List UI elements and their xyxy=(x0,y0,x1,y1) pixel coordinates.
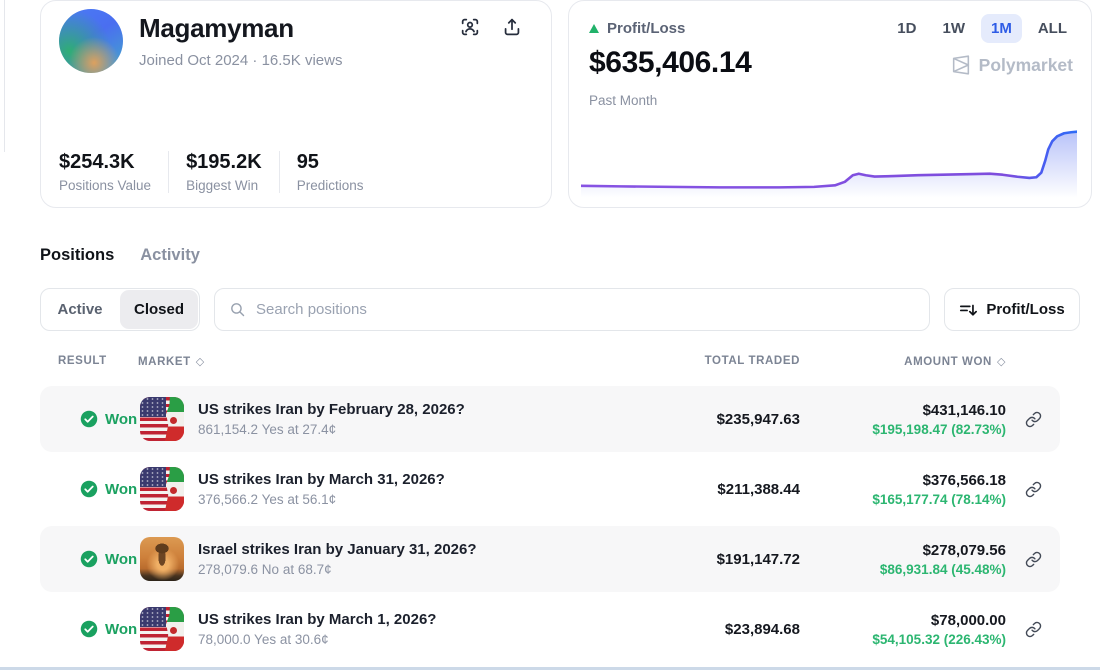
polymarket-logo-text: Polymarket xyxy=(979,55,1073,76)
profile-stats: $254.3K Positions Value $195.2K Biggest … xyxy=(59,151,380,193)
result-label: Won xyxy=(105,481,137,498)
segment-closed[interactable]: Closed xyxy=(120,290,198,329)
polymarket-logo-icon xyxy=(950,54,972,76)
table-row[interactable]: Won Israel strikes Iran by January 31, 2… xyxy=(40,526,1060,592)
range-1m[interactable]: 1M xyxy=(981,14,1022,43)
table-row[interactable]: Won US strikes Iran by March 31, 2026? 3… xyxy=(40,456,1060,522)
market-image-us-iran-flags xyxy=(140,467,184,511)
link-icon[interactable] xyxy=(1025,411,1042,428)
sort-profit-loss-button[interactable]: Profit/Loss xyxy=(944,288,1080,331)
range-1d[interactable]: 1D xyxy=(887,14,926,43)
search-icon xyxy=(229,301,246,318)
avatar[interactable] xyxy=(59,9,123,73)
tab-activity[interactable]: Activity xyxy=(140,246,200,265)
market-image-us-iran-flags xyxy=(140,607,184,651)
pnl-label-group: Profit/Loss xyxy=(589,14,685,37)
stat-positions-value: $254.3K Positions Value xyxy=(59,151,168,193)
profit-detail: $165,177.74 (78.14%) xyxy=(800,492,1006,507)
tab-positions[interactable]: Positions xyxy=(40,246,114,265)
table-row[interactable]: Won US strikes Iran by March 1, 2026? 78… xyxy=(40,596,1060,662)
profit-detail: $195,198.47 (82.73%) xyxy=(800,422,1006,437)
market-title[interactable]: US strikes Iran by February 28, 2026? xyxy=(198,401,640,418)
cropped-left-divider xyxy=(4,0,5,152)
segment-active[interactable]: Active xyxy=(41,289,119,330)
table-row[interactable]: Won US strikes Iran by February 28, 2026… xyxy=(40,386,1060,452)
positions-list: Won US strikes Iran by February 28, 2026… xyxy=(40,386,1060,666)
column-result: RESULT xyxy=(58,355,107,367)
search-box xyxy=(214,288,930,331)
won-check-icon xyxy=(80,410,98,428)
market-image-us-iran-flags xyxy=(140,397,184,441)
search-input[interactable] xyxy=(256,301,915,318)
column-market[interactable]: MARKET◇ xyxy=(138,355,205,368)
position-detail: 861,154.2 Yes at 27.4¢ xyxy=(198,422,640,437)
table-header: RESULT MARKET◇ TOTAL TRADED AMOUNT WON◇ xyxy=(40,355,1060,375)
polymarket-watermark: Polymarket xyxy=(950,54,1073,76)
sort-button-label: Profit/Loss xyxy=(986,301,1064,318)
won-check-icon xyxy=(80,620,98,638)
market-title[interactable]: Israel strikes Iran by January 31, 2026? xyxy=(198,541,640,558)
username: Magamyman xyxy=(139,13,294,44)
position-detail: 78,000.0 Yes at 30.6¢ xyxy=(198,632,640,647)
won-check-icon xyxy=(80,550,98,568)
total-traded-value: $23,894.68 xyxy=(640,621,800,638)
pnl-chart xyxy=(581,112,1077,198)
total-traded-value: $235,947.63 xyxy=(640,411,800,428)
won-check-icon xyxy=(80,480,98,498)
sort-diamond-icon: ◇ xyxy=(196,355,205,368)
sort-descending-icon xyxy=(959,302,977,318)
market-title[interactable]: US strikes Iran by March 31, 2026? xyxy=(198,471,640,488)
profit-detail: $54,105.32 (226.43%) xyxy=(800,632,1006,647)
pnl-label: Profit/Loss xyxy=(607,20,685,37)
sort-diamond-icon: ◇ xyxy=(997,355,1006,368)
scan-profile-icon[interactable] xyxy=(459,16,481,38)
position-detail: 376,566.2 Yes at 56.1¢ xyxy=(198,492,640,507)
result-label: Won xyxy=(105,621,137,638)
pnl-value: $635,406.14 xyxy=(589,46,751,80)
up-triangle-icon xyxy=(589,24,599,33)
chart-area-fill xyxy=(581,132,1077,198)
stat-divider xyxy=(279,151,280,193)
amount-won-value: $78,000.00 xyxy=(800,612,1006,629)
section-tabs: Positions Activity xyxy=(40,246,200,265)
pnl-card: Profit/Loss 1D 1W 1M ALL $635,406.14 Pas… xyxy=(568,0,1092,208)
market-title[interactable]: US strikes Iran by March 1, 2026? xyxy=(198,611,640,628)
amount-won-value: $431,146.10 xyxy=(800,402,1006,419)
range-all[interactable]: ALL xyxy=(1028,14,1077,43)
total-traded-value: $191,147.72 xyxy=(640,551,800,568)
share-icon[interactable] xyxy=(501,16,523,38)
column-amount-won[interactable]: AMOUNT WON◇ xyxy=(806,355,1006,368)
amount-won-value: $278,079.56 xyxy=(800,542,1006,559)
stat-predictions: 95 Predictions xyxy=(297,151,381,193)
link-icon[interactable] xyxy=(1025,481,1042,498)
position-detail: 278,079.6 No at 68.7¢ xyxy=(198,562,640,577)
stat-biggest-win: $195.2K Biggest Win xyxy=(186,151,279,193)
result-label: Won xyxy=(105,551,137,568)
range-1w[interactable]: 1W xyxy=(932,14,975,43)
column-total-traded: TOTAL TRADED xyxy=(640,355,800,367)
time-range-selector: 1D 1W 1M ALL xyxy=(887,14,1077,43)
link-icon[interactable] xyxy=(1025,621,1042,638)
status-segmented-control: Active Closed xyxy=(40,288,200,331)
amount-won-value: $376,566.18 xyxy=(800,472,1006,489)
link-icon[interactable] xyxy=(1025,551,1042,568)
profile-card: Magamyman Joined Oct 2024 · 16.5K views … xyxy=(40,0,552,208)
result-label: Won xyxy=(105,411,137,428)
pnl-period: Past Month xyxy=(589,93,657,108)
profit-detail: $86,931.84 (45.48%) xyxy=(800,562,1006,577)
profile-meta: Joined Oct 2024 · 16.5K views xyxy=(139,52,342,69)
total-traded-value: $211,388.44 xyxy=(640,481,800,498)
stat-divider xyxy=(168,151,169,193)
market-image-explosion xyxy=(140,537,184,581)
profile-page: Magamyman Joined Oct 2024 · 16.5K views … xyxy=(0,0,1100,670)
